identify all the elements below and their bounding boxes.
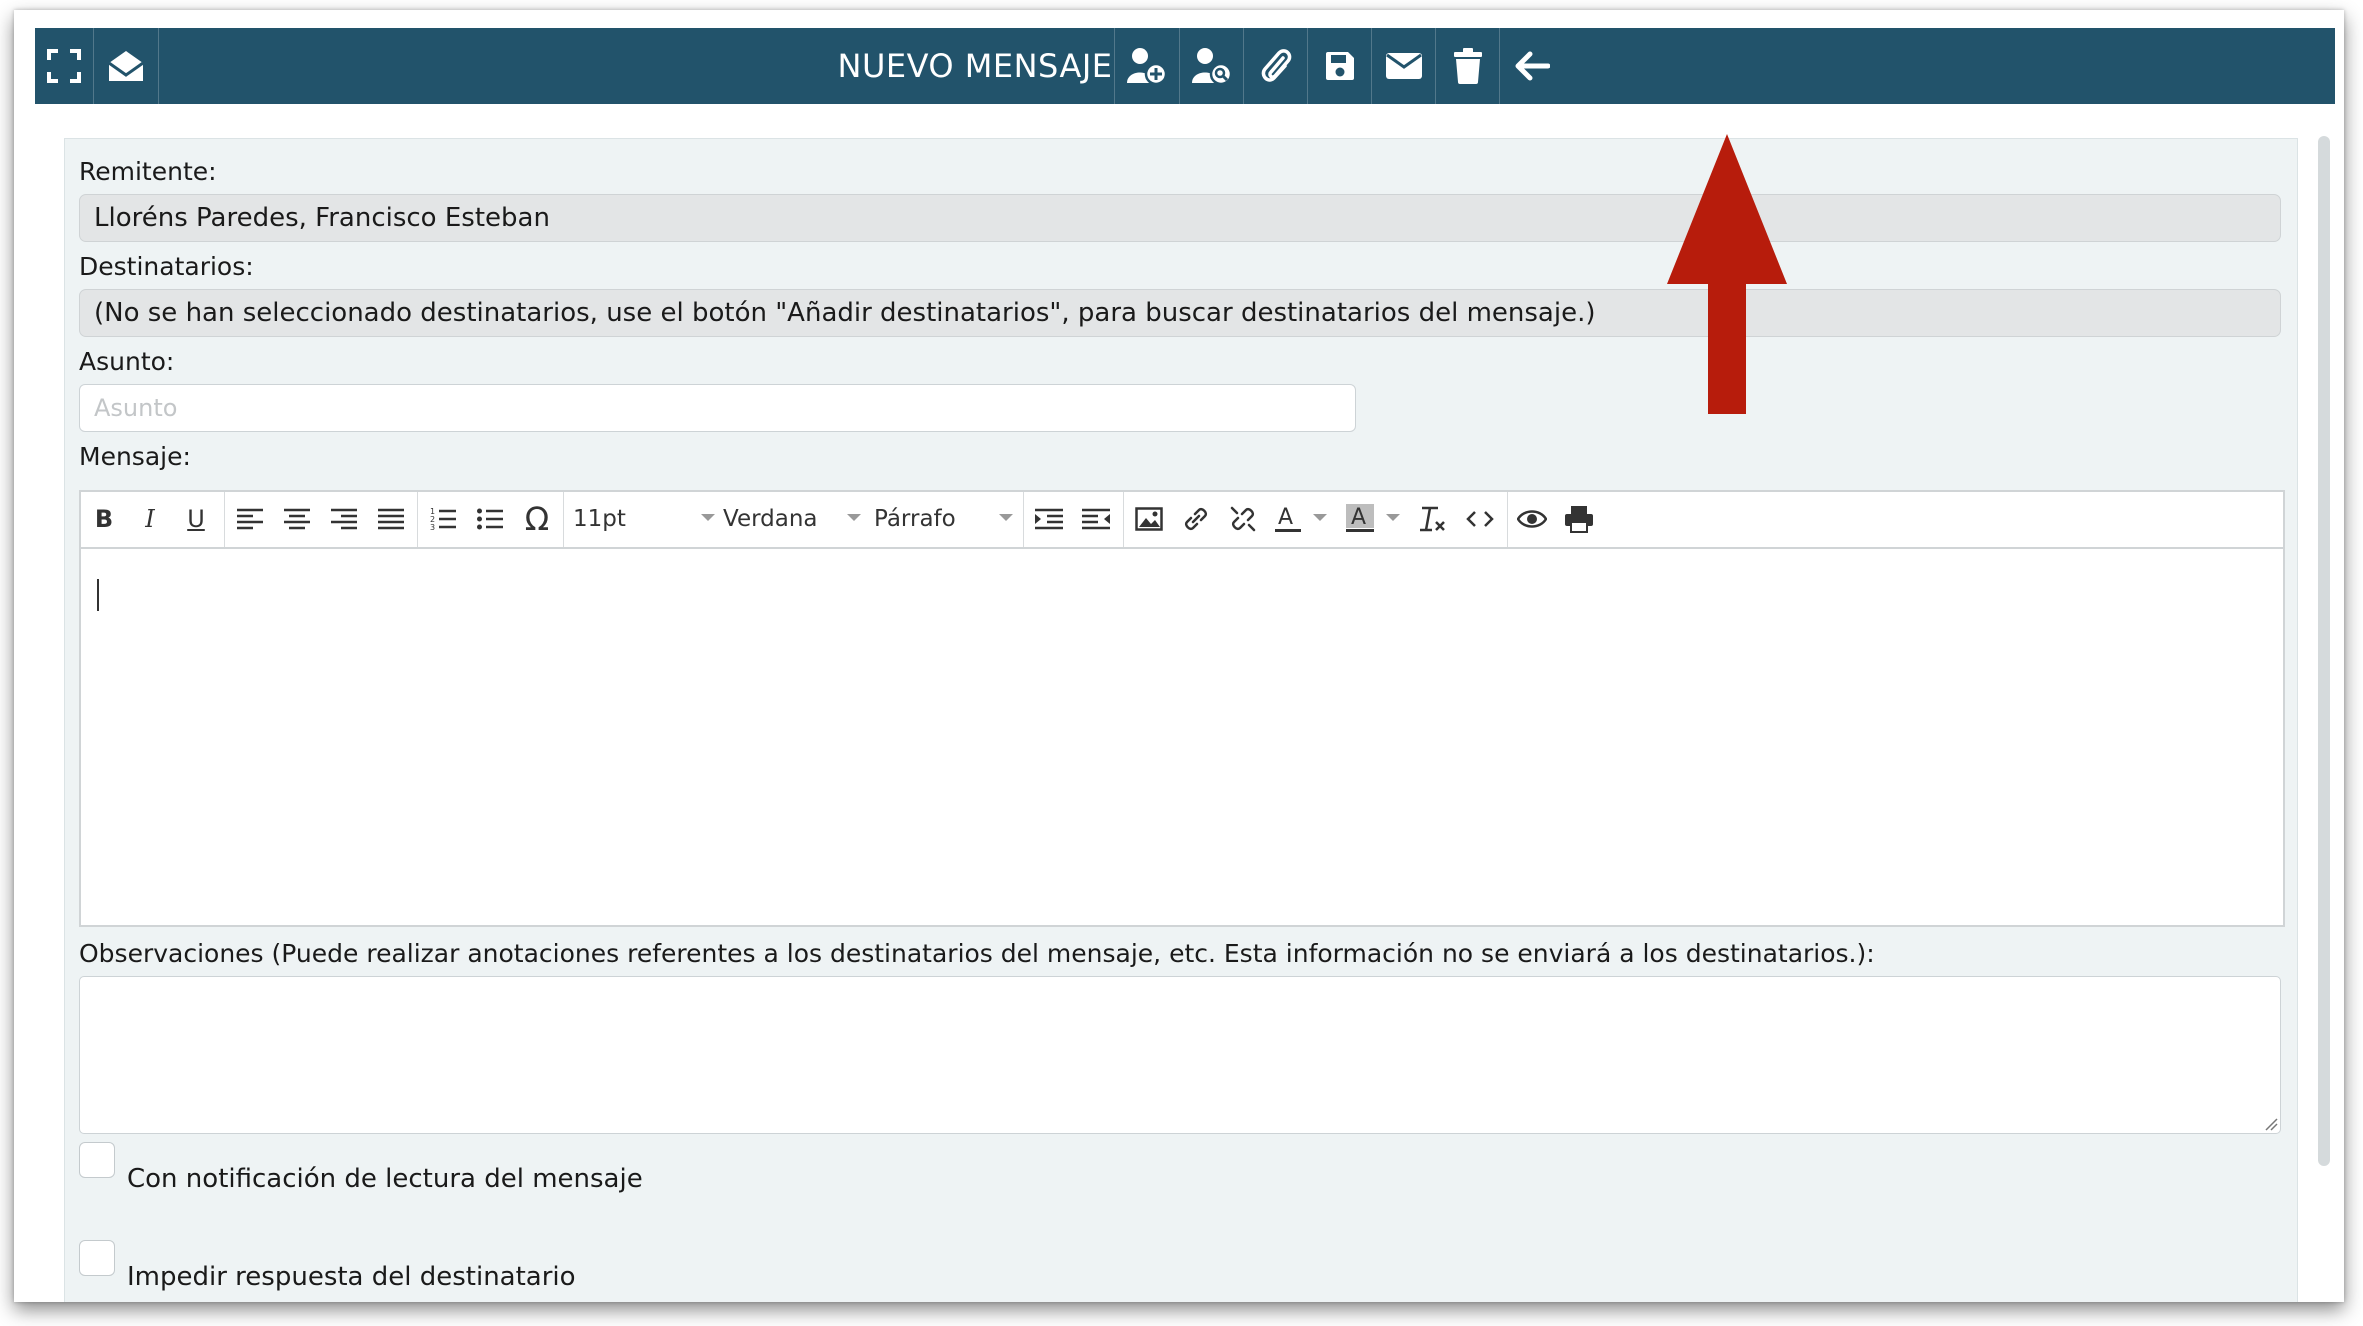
paperclip-icon — [1261, 49, 1291, 82]
chevron-down-icon — [1313, 514, 1327, 521]
message-body[interactable] — [81, 549, 2283, 925]
notes-textarea[interactable] — [79, 976, 2281, 1134]
screenshot-stage: NUEVO MENSAJE Remitente: Lloréns Paredes… — [0, 0, 2363, 1326]
source-code-button[interactable] — [1463, 500, 1497, 538]
printer-icon — [1565, 506, 1593, 533]
subject-input[interactable] — [79, 384, 1356, 432]
read-messages-button[interactable] — [94, 28, 158, 104]
preview-button[interactable] — [1515, 500, 1549, 538]
chevron-down-icon — [701, 514, 715, 521]
send-button[interactable] — [1372, 28, 1435, 104]
image-button[interactable] — [1132, 500, 1166, 538]
outdent-button[interactable] — [1079, 500, 1113, 538]
save-icon — [1325, 52, 1354, 80]
save-button[interactable] — [1308, 28, 1371, 104]
align-center-icon — [284, 508, 310, 530]
clear-format-icon — [1420, 506, 1445, 532]
message-window: NUEVO MENSAJE Remitente: Lloréns Paredes… — [14, 10, 2344, 1302]
chevron-down-icon — [1386, 514, 1400, 521]
chevron-down-icon — [847, 514, 861, 521]
recipients-label: Destinatarios: — [79, 252, 254, 281]
read-receipt-checkbox[interactable] — [79, 1142, 115, 1178]
background-color-button[interactable]: A — [1343, 500, 1377, 538]
editor-toolbar: B I U 1 2 3 Ω 11pt Verdana Párrafo A A — [81, 492, 2283, 549]
align-left-button[interactable] — [233, 500, 267, 538]
message-label: Mensaje: — [79, 442, 191, 471]
unlink-button[interactable] — [1226, 500, 1260, 538]
svg-text:A: A — [1351, 505, 1366, 530]
font-size-select[interactable]: 11pt — [573, 500, 626, 538]
italic-button[interactable]: I — [135, 500, 165, 538]
print-button[interactable] — [1562, 500, 1596, 538]
underline-button[interactable]: U — [181, 500, 211, 538]
code-icon — [1466, 511, 1494, 527]
indent-button[interactable] — [1032, 500, 1066, 538]
bold-button[interactable]: B — [89, 500, 119, 538]
bullet-list-icon — [477, 508, 503, 530]
trash-icon — [1453, 48, 1482, 84]
back-button[interactable] — [1500, 28, 1564, 104]
notes-label: Observaciones (Puede realizar anotacione… — [79, 939, 1875, 968]
justify-icon — [378, 508, 404, 530]
resize-grip-icon[interactable] — [2264, 1117, 2278, 1131]
align-center-button[interactable] — [280, 500, 314, 538]
scrollbar[interactable] — [2318, 136, 2330, 1166]
font-family-select[interactable]: Verdana — [723, 500, 818, 538]
block-format-select[interactable]: Párrafo — [874, 500, 956, 538]
add-recipients-button[interactable] — [1115, 28, 1179, 104]
attach-button[interactable] — [1244, 28, 1307, 104]
sender-label: Remitente: — [79, 157, 217, 186]
link-icon — [1185, 508, 1207, 530]
annotation-arrow-icon — [1667, 134, 1787, 414]
message-editor: B I U 1 2 3 Ω 11pt Verdana Párrafo A A — [79, 490, 2285, 927]
open-envelope-icon — [108, 51, 144, 81]
svg-text:3: 3 — [430, 523, 435, 532]
add-user-icon — [1127, 48, 1168, 85]
back-arrow-icon — [1515, 51, 1550, 81]
svg-text:A: A — [1278, 505, 1293, 530]
search-recipients-button[interactable] — [1180, 28, 1243, 104]
expand-icon — [47, 49, 81, 83]
align-right-icon — [331, 508, 357, 530]
expand-button[interactable] — [35, 28, 93, 104]
envelope-icon — [1385, 53, 1422, 79]
align-left-icon — [237, 508, 263, 530]
clear-format-button[interactable] — [1416, 500, 1450, 538]
special-char-button[interactable]: Ω — [520, 500, 554, 538]
background-color-icon: A — [1346, 504, 1374, 532]
read-receipt-label: Con notificación de lectura del mensaje — [127, 1164, 643, 1194]
chevron-down-icon — [999, 514, 1013, 521]
unlink-icon — [1230, 506, 1256, 532]
sender-field: Lloréns Paredes, Francisco Esteban — [79, 194, 2281, 242]
numbered-list-icon: 1 2 3 — [430, 507, 456, 532]
bullet-list-button[interactable] — [473, 500, 507, 538]
header-bar: NUEVO MENSAJE — [35, 28, 2335, 104]
text-cursor — [97, 579, 99, 611]
align-right-button[interactable] — [327, 500, 361, 538]
search-user-icon — [1191, 48, 1232, 85]
indent-icon — [1035, 508, 1063, 530]
outdent-icon — [1082, 508, 1110, 530]
image-icon — [1135, 507, 1163, 531]
block-reply-label: Impedir respuesta del destinatario — [127, 1262, 576, 1292]
block-reply-checkbox[interactable] — [79, 1240, 115, 1276]
eye-icon — [1517, 510, 1547, 528]
numbered-list-button[interactable]: 1 2 3 — [426, 500, 460, 538]
recipients-field: (No se han seleccionado destinatarios, u… — [79, 289, 2281, 337]
page-title: NUEVO MENSAJE — [837, 47, 1113, 85]
link-button[interactable] — [1179, 500, 1213, 538]
delete-button[interactable] — [1436, 28, 1499, 104]
justify-button[interactable] — [374, 500, 408, 538]
text-color-icon: A — [1275, 505, 1301, 532]
subject-label: Asunto: — [79, 347, 175, 376]
text-color-button[interactable]: A — [1271, 500, 1305, 538]
